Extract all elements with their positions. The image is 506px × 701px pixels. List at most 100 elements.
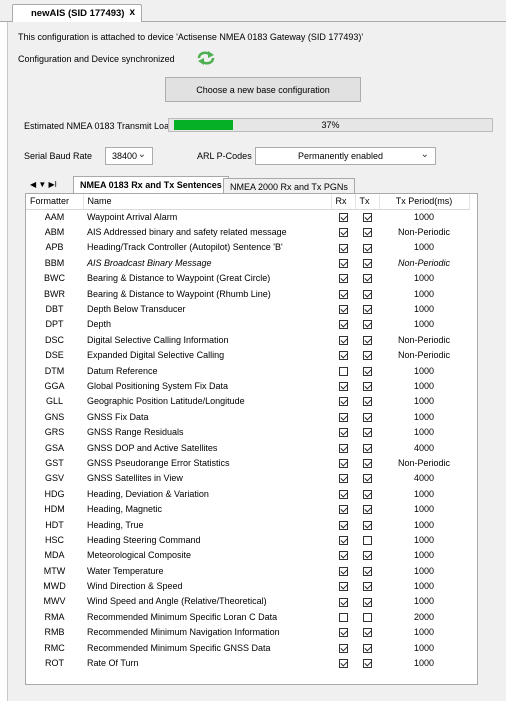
rx-checkbox[interactable]: [338, 659, 348, 669]
row-tx-period[interactable]: Non-Periodic: [379, 332, 469, 347]
rx-checkbox[interactable]: [338, 382, 348, 392]
tx-checkbox[interactable]: [362, 213, 372, 222]
rx-checkbox[interactable]: [338, 505, 348, 515]
tx-checkbox[interactable]: [362, 535, 372, 545]
row-tx-period[interactable]: Non-Periodic: [379, 455, 469, 470]
tx-checkbox[interactable]: [362, 397, 372, 407]
table-row[interactable]: GLL Geographic Position Latitude/Longitud…: [26, 394, 469, 409]
row-tx-period[interactable]: 1000: [379, 424, 469, 439]
column-name[interactable]: Name: [83, 194, 332, 210]
tx-checkbox[interactable]: [362, 228, 372, 238]
tx-checkbox[interactable]: [362, 628, 372, 638]
tx-checkbox[interactable]: [362, 289, 372, 299]
tx-checkbox[interactable]: [362, 305, 372, 315]
tx-checkbox[interactable]: [362, 443, 372, 453]
table-row[interactable]: ABM AIS Addressed binary and safety relat…: [26, 224, 469, 239]
table-row[interactable]: RMB Recommended Minimum Navigation Inform…: [26, 625, 469, 640]
table-row[interactable]: GSA GNSS DOP and Active Satellites 4000: [26, 440, 469, 455]
tx-checkbox[interactable]: [362, 382, 372, 392]
tx-checkbox[interactable]: [362, 320, 372, 330]
rx-checkbox[interactable]: [338, 305, 348, 315]
tx-checkbox[interactable]: [362, 412, 372, 422]
rx-checkbox[interactable]: [338, 443, 348, 453]
tx-checkbox[interactable]: [362, 274, 372, 284]
rx-checkbox[interactable]: [338, 213, 348, 222]
table-row[interactable]: GGA Global Positioning System Fix Data 100…: [26, 378, 469, 393]
table-row[interactable]: DBT Depth Below Transducer 1000: [26, 301, 469, 316]
rx-checkbox[interactable]: [338, 597, 348, 607]
table-row[interactable]: APB Heading/Track Controller (Autopilot) …: [26, 240, 469, 255]
row-tx-period[interactable]: Non-Periodic: [379, 348, 469, 363]
table-row[interactable]: MTW Water Temperature 1000: [26, 563, 469, 578]
column-formatter[interactable]: Formatter: [26, 194, 84, 210]
table-row[interactable]: BBM AIS Broadcast Binary Message Non-Perio…: [26, 255, 469, 270]
rx-checkbox[interactable]: [338, 643, 348, 653]
tx-checkbox[interactable]: [362, 505, 372, 515]
table-row[interactable]: HDM Heading, Magnetic 1000: [26, 501, 469, 516]
column-tx-period[interactable]: Tx Period(ms): [379, 194, 470, 210]
tx-checkbox[interactable]: [362, 612, 372, 622]
row-tx-period[interactable]: Non-Periodic: [379, 255, 469, 270]
row-tx-period[interactable]: 4000: [379, 471, 469, 486]
table-row[interactable]: BWC Bearing & Distance to Waypoint (Great…: [26, 271, 469, 286]
row-tx-period[interactable]: 1000: [379, 578, 469, 593]
row-tx-period[interactable]: 1000: [379, 317, 469, 332]
table-row[interactable]: DTM Datum Reference 1000: [26, 363, 469, 378]
rx-checkbox[interactable]: [338, 628, 348, 638]
rx-checkbox[interactable]: [338, 489, 348, 499]
tab-nmea2000[interactable]: NMEA 2000 Rx and Tx PGNs: [223, 178, 355, 193]
table-row[interactable]: GSV GNSS Satellites in View 4000: [26, 471, 469, 486]
row-tx-period[interactable]: 4000: [379, 440, 469, 455]
tx-checkbox[interactable]: [362, 351, 372, 361]
tab-nmea0183[interactable]: NMEA 0183 Rx and Tx Sentences: [73, 176, 229, 193]
table-row[interactable]: DSE Expanded Digital Selective Calling Non…: [26, 348, 469, 363]
tx-checkbox[interactable]: [362, 582, 372, 592]
table-row[interactable]: RMA Recommended Minimum Specific Loran C …: [26, 609, 469, 624]
table-row[interactable]: HSC Heading Steering Command 1000: [26, 532, 469, 547]
rx-checkbox[interactable]: [338, 351, 348, 361]
rx-checkbox[interactable]: [338, 412, 348, 422]
table-row[interactable]: DSC Digital Selective Calling Information…: [26, 332, 469, 347]
rx-checkbox[interactable]: [338, 612, 348, 622]
tx-checkbox[interactable]: [362, 428, 372, 438]
rx-checkbox[interactable]: [338, 428, 348, 438]
row-tx-period[interactable]: 1000: [379, 209, 469, 224]
table-row[interactable]: DPT Depth 1000: [26, 317, 469, 332]
rx-checkbox[interactable]: [338, 243, 348, 253]
table-row[interactable]: GRS GNSS Range Residuals 1000: [26, 424, 469, 439]
row-tx-period[interactable]: 1000: [379, 363, 469, 378]
rx-checkbox[interactable]: [338, 366, 348, 376]
table-row[interactable]: BWR Bearing & Distance to Waypoint (Rhumb…: [26, 286, 469, 301]
row-tx-period[interactable]: 1000: [379, 532, 469, 547]
rx-checkbox[interactable]: [338, 274, 348, 284]
row-tx-period[interactable]: 2000: [379, 609, 469, 624]
row-tx-period[interactable]: 1000: [379, 271, 469, 286]
row-tx-period[interactable]: 1000: [379, 394, 469, 409]
rx-checkbox[interactable]: [338, 474, 348, 484]
table-row[interactable]: RMC Recommended Minimum Specific GNSS Dat…: [26, 640, 469, 655]
row-tx-period[interactable]: 1000: [379, 286, 469, 301]
column-tx[interactable]: Tx: [355, 194, 380, 210]
tx-checkbox[interactable]: [362, 243, 372, 253]
rx-checkbox[interactable]: [338, 397, 348, 407]
row-tx-period[interactable]: 1000: [379, 563, 469, 578]
rx-checkbox[interactable]: [338, 258, 348, 268]
close-icon[interactable]: x: [129, 7, 135, 18]
rx-checkbox[interactable]: [338, 582, 348, 592]
tx-checkbox[interactable]: [362, 597, 372, 607]
tx-checkbox[interactable]: [362, 366, 372, 376]
tab-navigation-arrows[interactable]: ◀ ▼ ▶I: [30, 180, 57, 189]
document-tab[interactable]: newAIS (SID 177493) x: [12, 4, 142, 22]
arl-pcodes-select[interactable]: Permanently enabled ⌄: [255, 147, 436, 165]
rx-checkbox[interactable]: [338, 535, 348, 545]
tx-checkbox[interactable]: [362, 659, 372, 669]
table-row[interactable]: ROT Rate Of Turn 1000: [26, 655, 469, 670]
rx-checkbox[interactable]: [338, 320, 348, 330]
row-tx-period[interactable]: 1000: [379, 594, 469, 609]
table-row[interactable]: HDT Heading, True 1000: [26, 517, 469, 532]
row-tx-period[interactable]: 1000: [379, 655, 469, 670]
row-tx-period[interactable]: 1000: [379, 240, 469, 255]
tx-checkbox[interactable]: [362, 566, 372, 576]
tx-checkbox[interactable]: [362, 520, 372, 530]
table-row[interactable]: HDG Heading, Deviation & Variation 1000: [26, 486, 469, 501]
